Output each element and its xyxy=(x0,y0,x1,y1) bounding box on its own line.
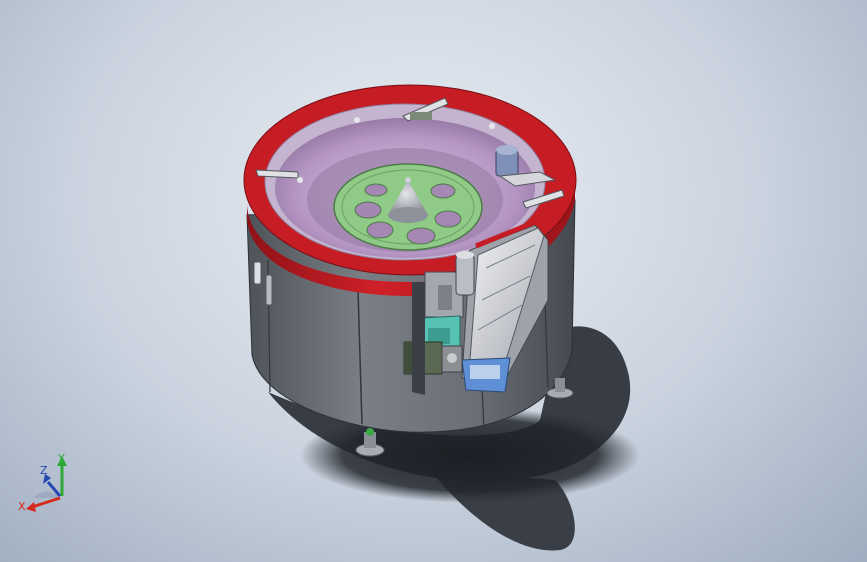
y-axis-label: Y xyxy=(57,452,65,465)
front-panel-cutout xyxy=(412,282,425,395)
z-axis-label: Z xyxy=(40,464,48,477)
x-axis-label: X xyxy=(18,500,26,513)
side-latch xyxy=(265,274,273,306)
side-latch xyxy=(253,261,262,285)
orientation-triad[interactable]: Z Y X xyxy=(16,452,76,514)
rotary-disc xyxy=(333,163,483,251)
x-axis-arrowhead xyxy=(26,502,36,512)
cad-viewport[interactable]: Z Y X xyxy=(0,0,867,562)
x-axis-arrow xyxy=(31,496,61,509)
bowl-feeder-model[interactable] xyxy=(0,0,867,562)
